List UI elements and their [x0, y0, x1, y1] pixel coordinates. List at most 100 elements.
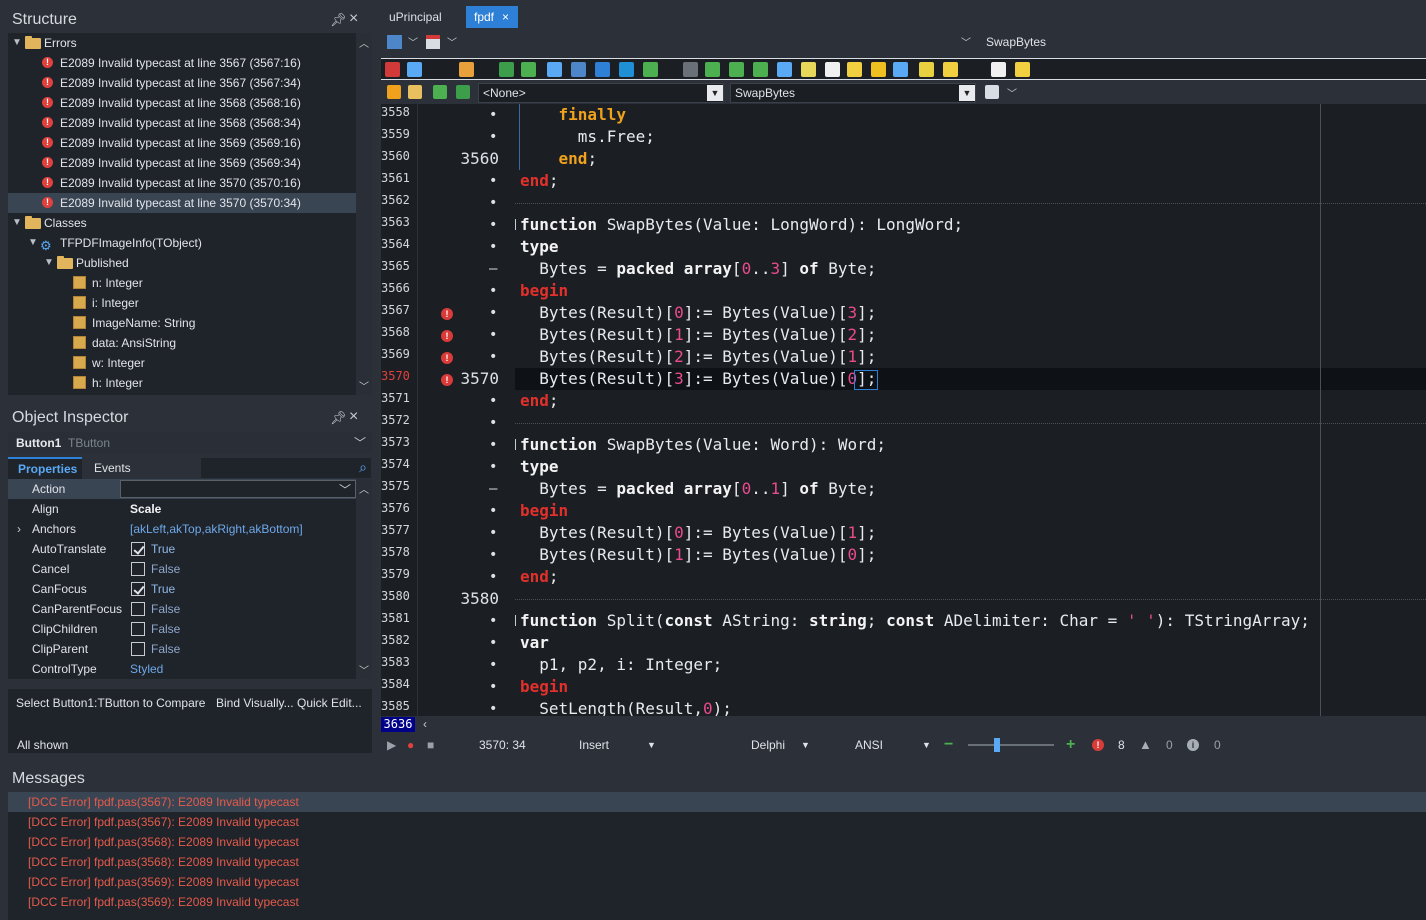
language-select[interactable]: Delphi	[751, 734, 785, 756]
tree-node-field[interactable]: w: Integer	[8, 353, 356, 373]
structure-scrollbar[interactable]: ︿ ﹀	[356, 33, 372, 395]
error-icon[interactable]: !	[441, 374, 453, 386]
list-icon[interactable]	[985, 85, 999, 99]
build-icon[interactable]	[547, 62, 562, 77]
stop-icon[interactable]: ■	[427, 734, 434, 756]
pin-icon[interactable]: 📌︎	[330, 12, 347, 28]
message-item[interactable]: [DCC Error] fpdf.pas(3567): E2089 Invali…	[8, 792, 1426, 812]
message-item[interactable]: [DCC Error] fpdf.pas(3567): E2089 Invali…	[8, 812, 1426, 832]
open-icon[interactable]	[407, 62, 422, 77]
tree-node-error[interactable]: ! E2089 Invalid typecast at line 3568 (35…	[8, 113, 356, 133]
tree-node-field[interactable]: h: Integer	[8, 373, 356, 393]
tree-node-field[interactable]: ImageName: String	[8, 313, 356, 333]
gutter-line[interactable]: 3577 •	[381, 522, 515, 544]
code-line[interactable]: end;	[515, 566, 1426, 588]
message-item[interactable]: [DCC Error] fpdf.pas(3569): E2089 Invali…	[8, 872, 1426, 892]
chevron-down-icon[interactable]: ▼	[647, 734, 656, 756]
bind-visually-action[interactable]: Bind Visually...	[216, 696, 294, 710]
property-checkbox[interactable]	[131, 562, 145, 576]
zoom-slider[interactable]	[968, 738, 1054, 752]
tree-node-error[interactable]: ! E2089 Invalid typecast at line 3567 (35…	[8, 73, 356, 93]
gutter-line[interactable]: 3564 •	[381, 236, 515, 258]
gutter-line[interactable]: 3580 3580	[381, 588, 515, 610]
chevron-down-icon[interactable]: ﹀	[1007, 85, 1017, 100]
tree-node-error[interactable]: ! E2089 Invalid typecast at line 3569 (35…	[8, 133, 356, 153]
chevron-down-icon[interactable]: ▼	[801, 734, 810, 756]
error-icon[interactable]: !	[1092, 739, 1104, 751]
property-checkbox[interactable]	[131, 582, 145, 596]
gutter-line[interactable]: 3578 •	[381, 544, 515, 566]
horizontal-scrollbar[interactable]: 3636 ‹	[381, 716, 1426, 734]
code-line[interactable]: finally	[515, 104, 1426, 126]
gutter-line[interactable]: 3558 •	[381, 104, 515, 126]
code-line[interactable]: function Split(const AString: string; co…	[515, 610, 1426, 632]
fold-icon[interactable]: −	[515, 615, 516, 626]
tab-properties[interactable]: Properties	[8, 457, 82, 479]
gutter-line[interactable]: 3573 •	[381, 434, 515, 456]
gutter-line[interactable]: 3582 •	[381, 632, 515, 654]
units-icon[interactable]	[408, 85, 422, 99]
export-icon[interactable]	[893, 62, 908, 77]
gutter-line[interactable]: 3565 –	[381, 258, 515, 280]
compare-action[interactable]: Select Button1:TButton to Compare	[16, 696, 205, 710]
settings-icon[interactable]	[595, 62, 610, 77]
watch-icon[interactable]	[777, 62, 792, 77]
zoom-slider-thumb[interactable]	[994, 738, 1000, 752]
property-row[interactable]: ClipParent False	[8, 639, 356, 659]
hint-icon[interactable]: i	[1187, 739, 1199, 751]
tree-node-error[interactable]: ! E2089 Invalid typecast at line 3569 (35…	[8, 153, 356, 173]
property-search-input[interactable]: ⌕	[201, 458, 371, 478]
zoom-out-icon[interactable]: −	[944, 734, 953, 756]
run-icon[interactable]	[643, 62, 658, 77]
chevron-down-icon[interactable]: ﹀	[447, 34, 457, 49]
tree-node-error[interactable]: ! E2089 Invalid typecast at line 3567 (35…	[8, 53, 356, 73]
property-checkbox[interactable]	[131, 542, 145, 556]
dollar-icon[interactable]	[871, 62, 886, 77]
chevron-down-icon[interactable]: ▼	[959, 85, 975, 101]
code-line[interactable]: p1, p2, i: Integer;	[515, 654, 1426, 676]
tree-node-published[interactable]: ▼ Published	[8, 253, 356, 273]
save-icon[interactable]	[499, 62, 514, 77]
property-value[interactable]: Styled	[130, 659, 163, 679]
tab-fpdf[interactable]: fpdf ×	[466, 6, 518, 28]
class-combo[interactable]: <None> ▼	[478, 83, 724, 103]
gutter-line[interactable]: 3579 •	[381, 566, 515, 588]
tree-node-error[interactable]: ! E2089 Invalid typecast at line 3570 (35…	[8, 193, 356, 213]
property-value[interactable]: Scale	[130, 499, 161, 519]
scroll-down-icon[interactable]: ﹀	[359, 378, 369, 393]
property-checkbox[interactable]	[131, 622, 145, 636]
stop-icon[interactable]	[385, 62, 400, 77]
method-navigator[interactable]: SwapBytes	[986, 35, 1046, 49]
message-item[interactable]: [DCC Error] fpdf.pas(3568): E2089 Invali…	[8, 832, 1426, 852]
fold-icon[interactable]: −	[515, 219, 516, 230]
code-line[interactable]: begin	[515, 280, 1426, 302]
code-line[interactable]: Bytes(Result)[3]:= Bytes(Value)[0];	[515, 368, 1426, 390]
code-line[interactable]: type	[515, 236, 1426, 258]
message-item[interactable]: [DCC Error] fpdf.pas(3568): E2089 Invali…	[8, 852, 1426, 872]
chevron-down-icon[interactable]: ▼	[922, 734, 931, 756]
scroll-left-icon[interactable]: ‹	[423, 717, 427, 731]
gutter-line[interactable]: 3576 •	[381, 500, 515, 522]
component-selector[interactable]: Button1 TButton ﹀	[8, 432, 372, 454]
uses-icon[interactable]	[433, 85, 447, 99]
code-line[interactable]: Bytes(Result)[1]:= Bytes(Value)[0];	[515, 544, 1426, 566]
layout-icon[interactable]	[387, 35, 402, 49]
chevron-down-icon[interactable]: ﹀	[339, 480, 351, 500]
code-line[interactable]: function SwapBytes(Value: Word): Word;	[515, 434, 1426, 456]
gutter-line[interactable]: 3566 •	[381, 280, 515, 302]
chevron-down-icon[interactable]: ▼	[707, 85, 723, 101]
pin-icon[interactable]: 📌︎	[330, 410, 347, 426]
code-line[interactable]: Bytes(Result)[1]:= Bytes(Value)[2];	[515, 324, 1426, 346]
editor-gutter[interactable]: 3558 • 3559 • 3560 3560 3561 • 3562 • 3563 • 3564 • 35…	[381, 104, 515, 716]
step-over-icon[interactable]	[729, 62, 744, 77]
property-grid[interactable]: Action ﹀ Align Scale › Anchors [akLeft,akTop,a…	[8, 479, 356, 679]
gutter-line[interactable]: 3583 •	[381, 654, 515, 676]
gutter-line[interactable]: 3562 •	[381, 192, 515, 214]
tree-node-classes[interactable]: ▼ Classes	[8, 213, 356, 233]
close-icon[interactable]: ×	[349, 408, 358, 426]
property-row[interactable]: Align Scale	[8, 499, 356, 519]
collapse-icon[interactable]: ▼	[12, 213, 22, 233]
chevron-down-icon[interactable]: ﹀	[961, 34, 971, 49]
code-line[interactable]: end;	[515, 148, 1426, 170]
encoding-select[interactable]: ANSI	[855, 734, 883, 756]
